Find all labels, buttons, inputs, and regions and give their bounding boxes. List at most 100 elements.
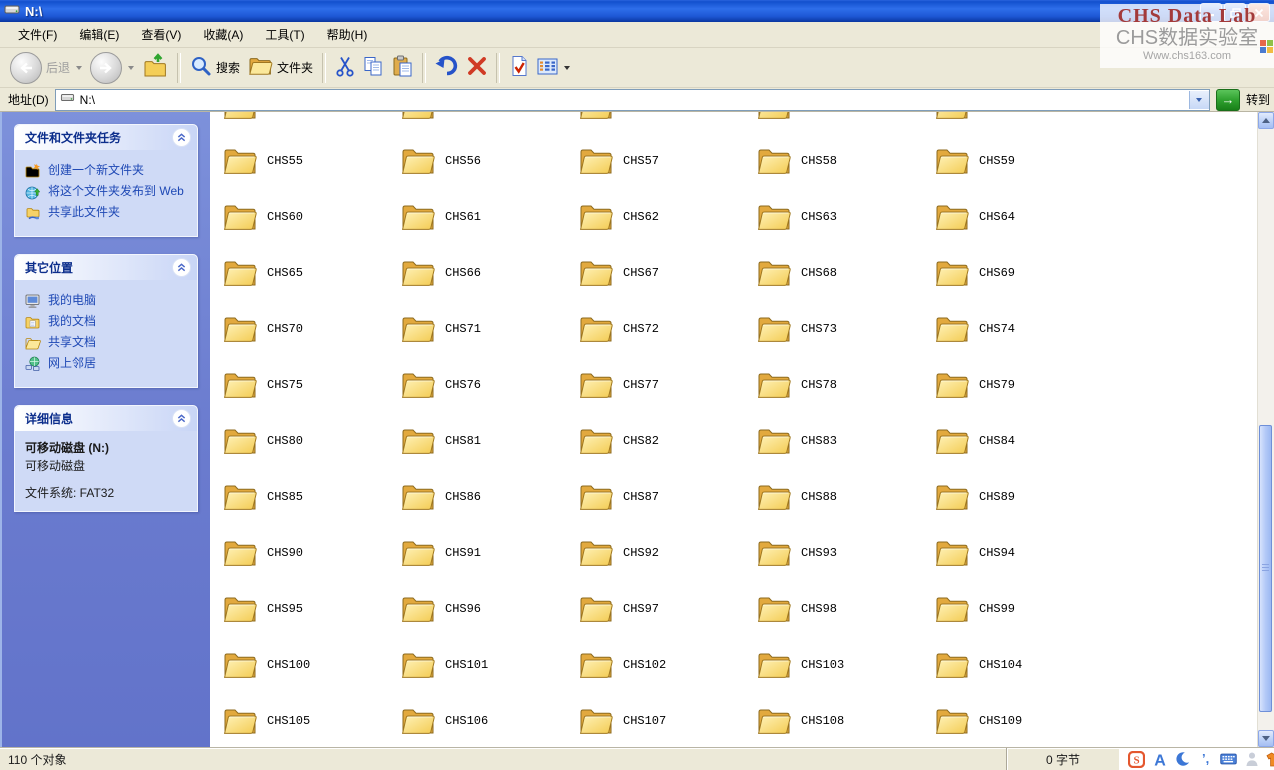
folder-item[interactable]: CHS65 — [222, 245, 400, 301]
collapse-chevron-icon[interactable] — [172, 409, 191, 428]
menu-item[interactable]: 文件(F) — [8, 23, 67, 46]
place-link[interactable]: 共享文档 — [25, 335, 191, 351]
properties-button[interactable] — [505, 53, 533, 82]
folder-item[interactable]: CHS89 — [934, 469, 1112, 525]
sogou-icon[interactable]: S — [1128, 751, 1145, 768]
folder-item[interactable]: CHS99 — [934, 581, 1112, 637]
folder-item[interactable]: CHS62 — [578, 189, 756, 245]
places-panel-header[interactable]: 其它位置 — [15, 255, 197, 280]
folder-item[interactable]: CHS96 — [400, 581, 578, 637]
keyboard-icon[interactable] — [1220, 751, 1237, 768]
folder-item[interactable]: CHS66 — [400, 245, 578, 301]
folder-item[interactable]: CHS76 — [400, 357, 578, 413]
folder-item[interactable]: CHS92 — [578, 525, 756, 581]
go-label[interactable]: 转到 — [1246, 91, 1270, 108]
folder-item[interactable]: CHS100 — [222, 637, 400, 693]
folder-item[interactable]: CHS64 — [934, 189, 1112, 245]
folder-item[interactable]: CHS58 — [756, 133, 934, 189]
folder-item[interactable]: CHS85 — [222, 469, 400, 525]
views-button[interactable] — [533, 55, 574, 81]
folder-item[interactable]: CHS79 — [934, 357, 1112, 413]
back-dropdown-icon[interactable] — [76, 66, 82, 70]
folder-item[interactable]: CHS78 — [756, 357, 934, 413]
forward-button[interactable] — [86, 50, 138, 86]
partial-folder-icon[interactable] — [222, 112, 400, 122]
folder-item[interactable]: CHS102 — [578, 637, 756, 693]
folder-item[interactable]: CHS87 — [578, 469, 756, 525]
partial-folder-icon[interactable] — [400, 112, 578, 122]
views-dropdown-icon[interactable] — [564, 66, 570, 70]
folder-item[interactable]: CHS72 — [578, 301, 756, 357]
address-dropdown-icon[interactable] — [1189, 91, 1209, 109]
scrollbar-thumb[interactable] — [1259, 425, 1272, 712]
folder-item[interactable]: CHS74 — [934, 301, 1112, 357]
go-button[interactable]: → — [1216, 89, 1240, 111]
folder-item[interactable]: CHS67 — [578, 245, 756, 301]
task-link[interactable]: 共享此文件夹 — [25, 205, 191, 221]
folder-item[interactable]: CHS98 — [756, 581, 934, 637]
folder-item[interactable]: CHS108 — [756, 693, 934, 747]
folder-item[interactable]: CHS80 — [222, 413, 400, 469]
forward-dropdown-icon[interactable] — [128, 66, 134, 70]
paste-button[interactable] — [388, 53, 417, 82]
folder-item[interactable]: CHS104 — [934, 637, 1112, 693]
person-icon[interactable] — [1243, 751, 1260, 768]
folder-item[interactable]: CHS82 — [578, 413, 756, 469]
folder-item[interactable]: CHS73 — [756, 301, 934, 357]
folder-item[interactable]: CHS106 — [400, 693, 578, 747]
folders-button[interactable]: 文件夹 — [244, 53, 317, 82]
partial-folder-icon[interactable] — [578, 112, 756, 122]
letter-a-icon[interactable]: A — [1151, 751, 1168, 768]
partial-folder-icon[interactable] — [756, 112, 934, 122]
folder-item[interactable]: CHS103 — [756, 637, 934, 693]
folder-item[interactable]: CHS61 — [400, 189, 578, 245]
folder-item[interactable]: CHS95 — [222, 581, 400, 637]
folder-item[interactable]: CHS69 — [934, 245, 1112, 301]
folder-item[interactable]: CHS86 — [400, 469, 578, 525]
search-button[interactable]: 搜索 — [186, 53, 244, 82]
skin-icon[interactable] — [1266, 751, 1274, 768]
folder-item[interactable]: CHS81 — [400, 413, 578, 469]
folder-item[interactable]: CHS105 — [222, 693, 400, 747]
undo-button[interactable] — [431, 53, 463, 82]
moon-icon[interactable] — [1174, 751, 1191, 768]
details-panel-header[interactable]: 详细信息 — [15, 406, 197, 431]
folder-item[interactable]: CHS90 — [222, 525, 400, 581]
folder-item[interactable]: CHS91 — [400, 525, 578, 581]
address-combo[interactable] — [55, 89, 1210, 111]
folder-item[interactable]: CHS88 — [756, 469, 934, 525]
folder-item[interactable]: CHS57 — [578, 133, 756, 189]
copy-button[interactable] — [359, 54, 388, 82]
tasks-panel-header[interactable]: 文件和文件夹任务 — [15, 125, 197, 150]
folder-item[interactable]: CHS94 — [934, 525, 1112, 581]
place-link[interactable]: 我的电脑 — [25, 293, 191, 309]
menu-item[interactable]: 工具(T) — [255, 23, 314, 46]
folder-item[interactable]: CHS56 — [400, 133, 578, 189]
scroll-down-button[interactable] — [1258, 730, 1274, 747]
folder-item[interactable]: CHS71 — [400, 301, 578, 357]
menu-item[interactable]: 查看(V) — [131, 23, 191, 46]
menu-item[interactable]: 收藏(A) — [193, 23, 253, 46]
folder-item[interactable]: CHS101 — [400, 637, 578, 693]
place-link[interactable]: 我的文档 — [25, 314, 191, 330]
collapse-chevron-icon[interactable] — [172, 258, 191, 277]
address-input[interactable] — [80, 92, 1184, 108]
folder-item[interactable]: CHS60 — [222, 189, 400, 245]
menu-item[interactable]: 编辑(E) — [69, 23, 129, 46]
folder-item[interactable]: CHS59 — [934, 133, 1112, 189]
punctuation-icon[interactable]: ’, — [1197, 751, 1214, 768]
place-link[interactable]: 网上邻居 — [25, 356, 191, 372]
folder-item[interactable]: CHS77 — [578, 357, 756, 413]
cut-button[interactable] — [331, 54, 359, 82]
vertical-scrollbar[interactable] — [1257, 112, 1274, 747]
folder-item[interactable]: CHS63 — [756, 189, 934, 245]
folder-item[interactable]: CHS97 — [578, 581, 756, 637]
folder-item[interactable]: CHS55 — [222, 133, 400, 189]
folder-item[interactable]: CHS109 — [934, 693, 1112, 747]
delete-button[interactable] — [463, 54, 491, 81]
collapse-chevron-icon[interactable] — [172, 128, 191, 147]
task-link[interactable]: 将这个文件夹发布到 Web — [25, 184, 191, 200]
menu-item[interactable]: 帮助(H) — [317, 23, 378, 46]
partial-folder-icon[interactable] — [934, 112, 1112, 122]
back-button[interactable]: 后退 — [6, 50, 86, 86]
